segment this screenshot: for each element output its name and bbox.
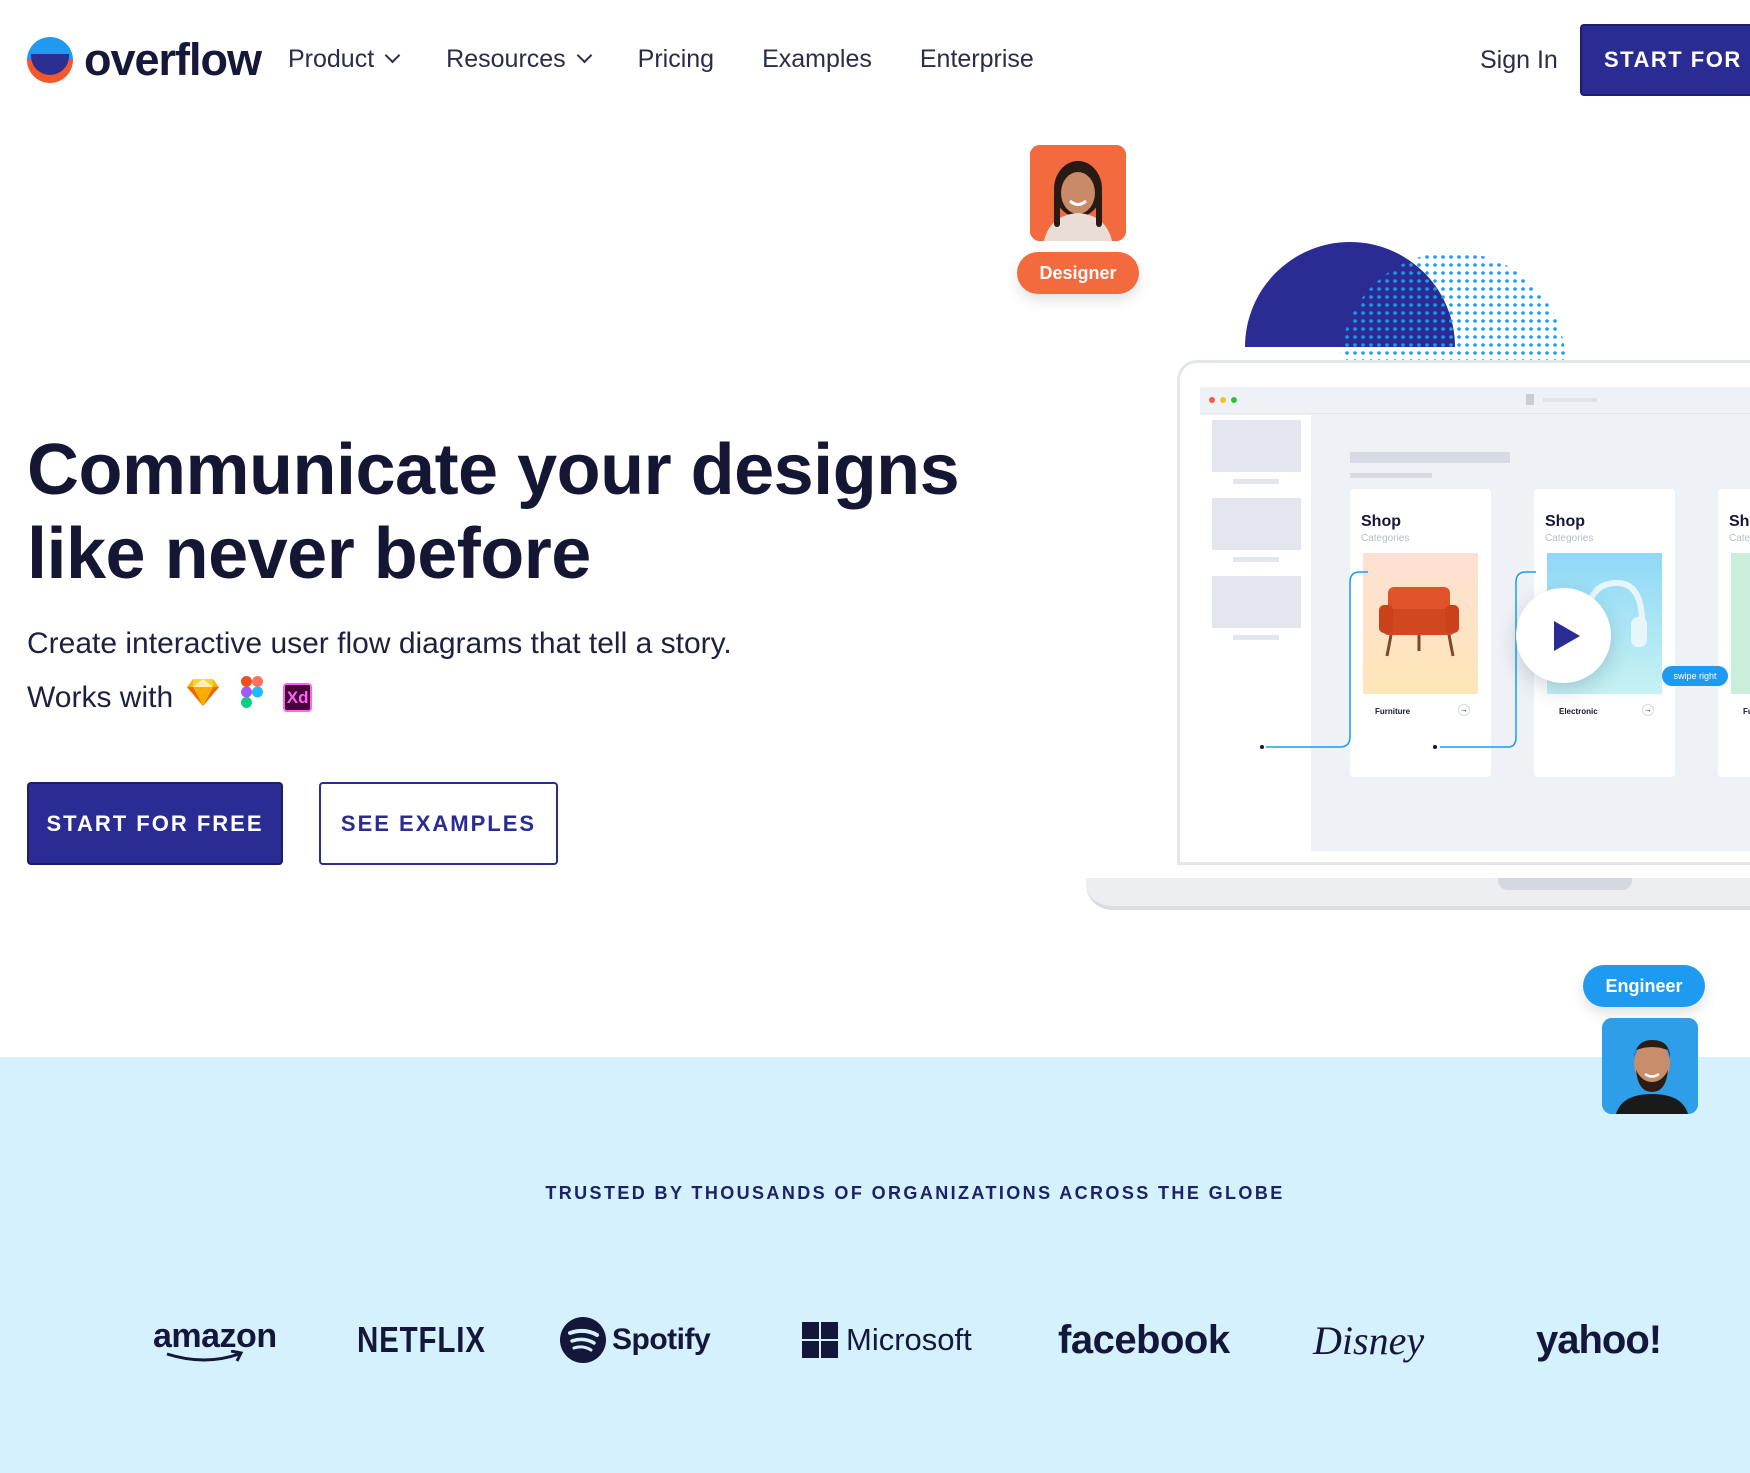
spotify-icon: [560, 1317, 606, 1363]
designer-label: Designer: [1017, 252, 1139, 294]
sign-in-link[interactable]: Sign In: [1480, 43, 1558, 77]
chevron-down-icon: [384, 47, 401, 64]
logo-text: overflow: [84, 34, 262, 85]
brand-name: Microsoft: [846, 1322, 972, 1357]
start-for-free-button[interactable]: START FOR FREE: [27, 782, 283, 865]
nav-item-label: Enterprise: [919, 45, 1034, 73]
microsoft-logo: Microsoft: [802, 1300, 972, 1380]
nav-item-label: Product: [288, 45, 375, 73]
play-icon: [1553, 620, 1580, 651]
nav-item-label: Pricing: [637, 45, 715, 73]
nav-item-resources[interactable]: Resources: [446, 42, 592, 76]
xd-icon: Xd: [283, 683, 313, 712]
designer-avatar: [1030, 145, 1126, 241]
works-with-label: Works with: [27, 680, 174, 714]
overflow-logo[interactable]: overflow: [27, 34, 262, 85]
spotify-logo: Spotify: [560, 1300, 711, 1380]
nav-links: Product Resources Pricing Examples Enter…: [288, 42, 1082, 76]
brand-name: Spotify: [612, 1323, 711, 1356]
sketch-icon: [187, 677, 220, 718]
hero-headline-line1: Communicate your designs: [27, 430, 960, 510]
play-video-button[interactable]: [1516, 588, 1611, 683]
chevron-down-icon: [576, 47, 592, 64]
laptop-base: [1086, 878, 1750, 910]
brand-logos-row: amazon NETFLIX Spotify Microsoft faceboo…: [0, 1300, 1750, 1380]
amazon-smile-icon: [166, 1350, 244, 1362]
laptop-notch: [1498, 878, 1632, 890]
nav-item-label: Examples: [762, 45, 872, 73]
hero-subline: Create interactive user flow diagrams th…: [27, 627, 732, 660]
top-navigation: overflow Product Resources Pricing Examp…: [0, 0, 1750, 120]
trusted-by-section: [0, 1057, 1750, 1473]
swipe-label: swipe right: [1662, 666, 1728, 686]
figma-icon: [241, 676, 264, 719]
hero-headline-line2: like never before: [27, 514, 591, 594]
works-with-row: Works with Xd: [27, 676, 313, 719]
nav-item-pricing[interactable]: Pricing: [638, 42, 714, 76]
nav-item-product[interactable]: Product: [288, 42, 401, 76]
hero-headline: Communicate your designs like never befo…: [27, 428, 1027, 596]
disney-logo: Disney: [1313, 1317, 1425, 1363]
nav-start-for-free-button[interactable]: START FOR F: [1580, 24, 1750, 96]
flow-connectors: [1260, 571, 1536, 749]
amazon-logo: amazon: [153, 1300, 277, 1380]
trusted-heading: TRUSTED BY THOUSANDS OF ORGANIZATIONS AC…: [545, 1183, 1285, 1203]
overflow-logo-icon: [27, 37, 73, 83]
nav-item-examples[interactable]: Examples: [762, 42, 872, 76]
facebook-logo: facebook: [1058, 1317, 1230, 1362]
see-examples-button[interactable]: SEE EXAMPLES: [319, 782, 558, 865]
netflix-logo: NETFLIX: [357, 1319, 486, 1360]
nav-item-enterprise[interactable]: Enterprise: [920, 42, 1034, 76]
yahoo-logo: yahoo!: [1536, 1317, 1662, 1362]
decorative-halfcircles: [1240, 230, 1600, 365]
engineer-avatar: [1602, 1018, 1698, 1114]
microsoft-icon: [802, 1322, 838, 1358]
engineer-label: Engineer: [1583, 965, 1705, 1007]
laptop-screen: Shop Categories Furniture → Shop Categor…: [1200, 387, 1750, 851]
nav-item-label: Resources: [446, 45, 566, 73]
